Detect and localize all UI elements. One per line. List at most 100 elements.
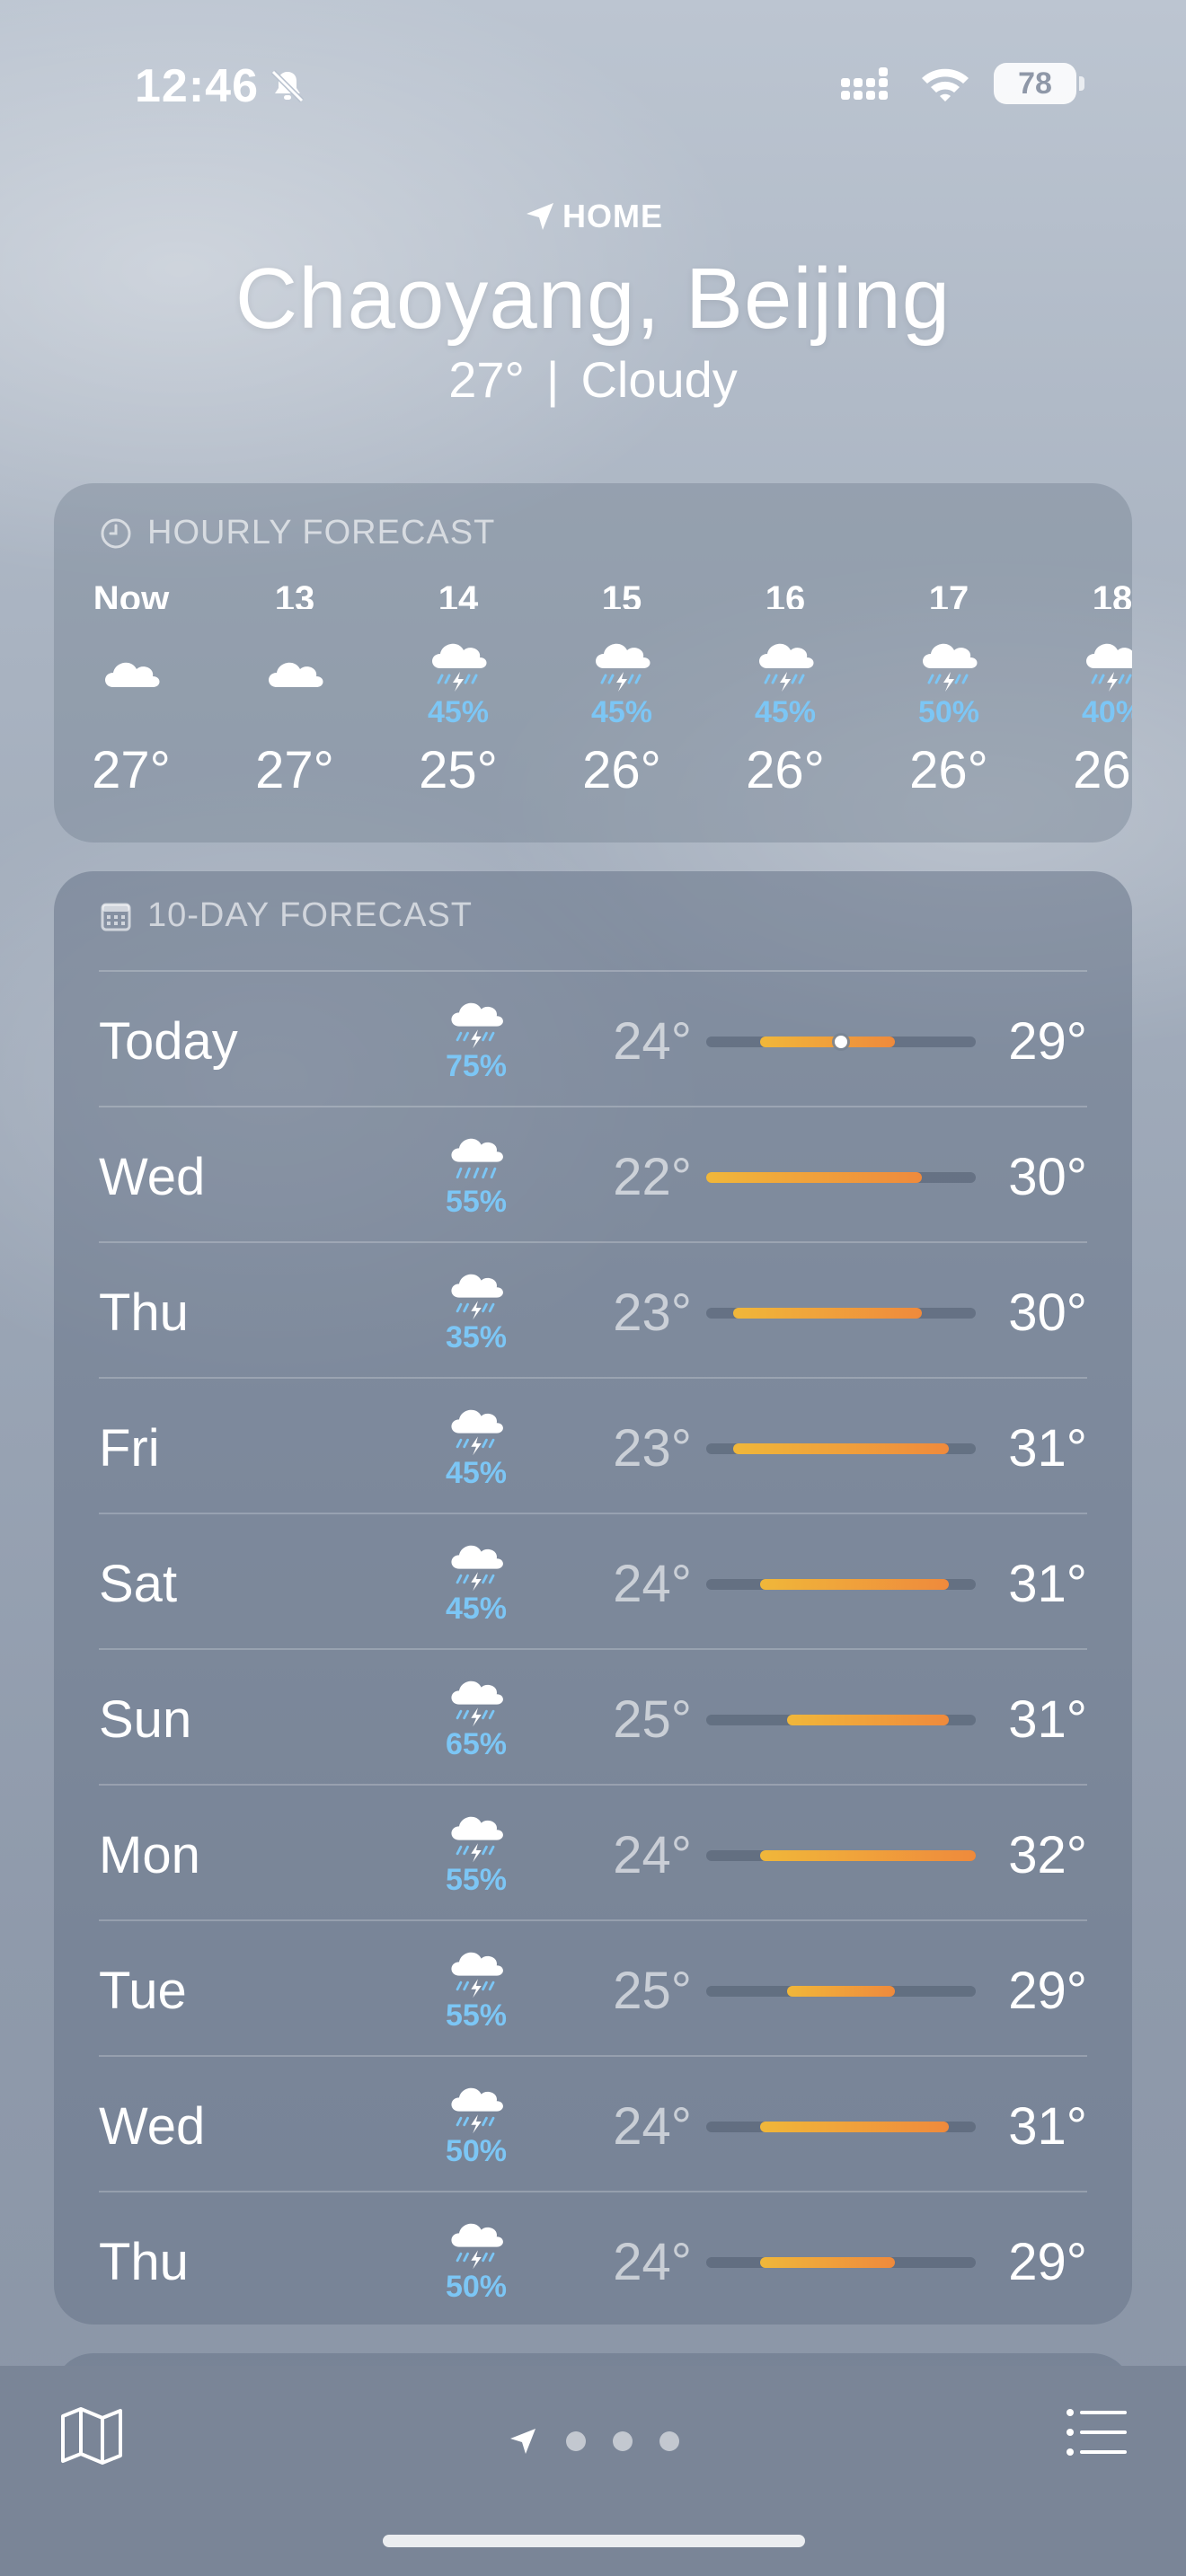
hourly-forecast-card[interactable]: HOURLY FORECAST Now 27° 13 27° 14 45% 25° 15 45%… — [54, 483, 1132, 842]
day-icon-wrap: 35% — [431, 1257, 521, 1355]
thunderstorm-icon — [451, 1002, 503, 1049]
temp-range-track — [706, 1986, 976, 1997]
status-bar: 12:46 78 — [0, 0, 1186, 171]
day-row[interactable]: Thu 50% 24° 29° — [99, 2191, 1087, 2325]
thunderstorm-icon — [596, 643, 651, 692]
hour-precip-chance: 45% — [754, 695, 817, 729]
status-time: 12:46 — [135, 59, 307, 113]
home-label: HOME — [562, 198, 663, 234]
page-dot[interactable] — [659, 2431, 679, 2451]
day-name: Thu — [99, 2233, 189, 2291]
temp-range-track — [706, 1036, 976, 1048]
day-row[interactable]: Sun 65% 25° 31° — [99, 1648, 1087, 1784]
hourly-title-text: HOURLY FORECAST — [147, 514, 496, 551]
battery-indicator: 78 — [994, 63, 1084, 104]
hour-icon-wrap — [550, 627, 694, 695]
day-low-temp: 23° — [613, 1419, 692, 1478]
list-icon[interactable] — [1064, 2404, 1128, 2461]
thunderstorm-icon — [759, 643, 814, 692]
hourly-forecast-title: HOURLY FORECAST — [99, 514, 495, 552]
ten-day-forecast-card[interactable]: 10-DAY FORECAST Today 75% 24° 29° Wed 55% 22° 3… — [54, 871, 1132, 2325]
day-precip-chance: 50% — [445, 2134, 508, 2168]
thunderstorm-icon — [923, 643, 978, 692]
temp-range-track — [706, 2257, 976, 2268]
hour-label: 14 — [438, 579, 479, 609]
signal-icon — [841, 67, 888, 100]
temp-range-bar — [787, 1715, 949, 1725]
day-precip-chance: 50% — [445, 2270, 508, 2304]
day-icon-wrap: 55% — [431, 1800, 521, 1898]
day-row[interactable]: Wed 55% 22° 30° — [99, 1106, 1087, 1241]
day-icon-wrap: 50% — [431, 2071, 521, 2169]
hour-precip-chance: 50% — [917, 695, 980, 729]
hour-icon-wrap — [223, 641, 367, 710]
day-precip-chance: 45% — [445, 1456, 508, 1490]
wifi-icon — [922, 68, 969, 101]
hour-precip-chance: 45% — [427, 695, 490, 729]
day-row[interactable]: Thu 35% 23° 30° — [99, 1241, 1087, 1377]
hour-icon-wrap — [386, 627, 530, 695]
day-name: Wed — [99, 2097, 206, 2156]
day-rows: Today 75% 24° 29° Wed 55% 22° 30° Thu 35% 23° 30° Fr… — [99, 970, 1087, 2325]
thunderstorm-icon — [451, 1816, 503, 1863]
page-dot[interactable] — [613, 2431, 633, 2451]
bell-off-icon — [270, 69, 305, 103]
day-row[interactable]: Fri 45% 23° 31° — [99, 1377, 1087, 1513]
day-high-temp: 29° — [1008, 2233, 1087, 2291]
day-high-temp: 30° — [1008, 1148, 1087, 1206]
day-icon-wrap: 45% — [431, 1529, 521, 1627]
current-location-arrow-icon[interactable] — [507, 2425, 539, 2457]
thunderstorm-icon — [451, 2087, 503, 2134]
hour-icon-wrap — [877, 627, 1021, 695]
temp-range-bar — [760, 1037, 895, 1047]
hour-icon-wrap — [713, 627, 857, 695]
location-arrow-icon — [527, 203, 553, 230]
day-icon-wrap: 55% — [431, 1122, 521, 1220]
hour-icon-wrap — [59, 641, 203, 710]
day-low-temp: 24° — [613, 2233, 692, 2291]
day-icon-wrap: 55% — [431, 1936, 521, 2033]
hour-temp: 26° — [582, 741, 661, 799]
page-indicator[interactable] — [0, 2425, 1186, 2457]
thunderstorm-icon — [1086, 643, 1132, 692]
temp-range-track — [706, 1443, 976, 1454]
thunderstorm-icon — [451, 1681, 503, 1727]
day-row[interactable]: Tue 55% 25° 29° — [99, 1919, 1087, 2055]
hour-temp: 25° — [419, 741, 498, 799]
city-name: Chaoyang, Beijing — [235, 251, 951, 347]
cloud-icon — [105, 662, 160, 687]
day-row[interactable]: Wed 50% 24° 31° — [99, 2055, 1087, 2191]
location-header: HOME Chaoyang, Beijing 27° | Cloudy — [0, 198, 1186, 409]
day-low-temp: 22° — [613, 1148, 692, 1206]
temp-range-track — [706, 1715, 976, 1725]
current-temp-dot — [835, 1036, 847, 1048]
page-dot[interactable] — [566, 2431, 586, 2451]
temp-range-track — [706, 2122, 976, 2132]
hour-temp: 26° — [1073, 741, 1132, 799]
hour-temp: 26° — [909, 741, 988, 799]
day-row[interactable]: Sat 45% 24° 31° — [99, 1513, 1087, 1648]
day-precip-chance: 55% — [445, 1998, 508, 2033]
day-row[interactable]: Mon 55% 24° 32° — [99, 1784, 1087, 1919]
home-indicator[interactable] — [383, 2535, 805, 2547]
day-name: Fri — [99, 1419, 160, 1478]
ten-day-title-text: 10-DAY FORECAST — [147, 896, 474, 934]
day-icon-wrap: 75% — [431, 986, 521, 1084]
temp-range-track — [706, 1172, 976, 1183]
day-low-temp: 24° — [613, 2097, 692, 2156]
day-row[interactable]: Today 75% 24° 29° — [99, 970, 1087, 1106]
day-name: Tue — [99, 1962, 187, 2020]
day-name: Sun — [99, 1690, 192, 1749]
day-name: Thu — [99, 1284, 189, 1342]
hour-label: 16 — [765, 579, 806, 609]
thunderstorm-icon — [451, 1274, 503, 1320]
hour-label: 18 — [1092, 579, 1132, 609]
temp-range-track — [706, 1579, 976, 1590]
temp-range-bar — [787, 1986, 895, 1997]
battery-level: 78 — [1018, 66, 1052, 101]
day-high-temp: 31° — [1008, 1419, 1087, 1478]
day-high-temp: 31° — [1008, 1555, 1087, 1613]
temp-range-bar — [760, 1579, 949, 1590]
hourly-item: 17 50% 26° — [877, 573, 1021, 800]
day-low-temp: 24° — [613, 1012, 692, 1071]
